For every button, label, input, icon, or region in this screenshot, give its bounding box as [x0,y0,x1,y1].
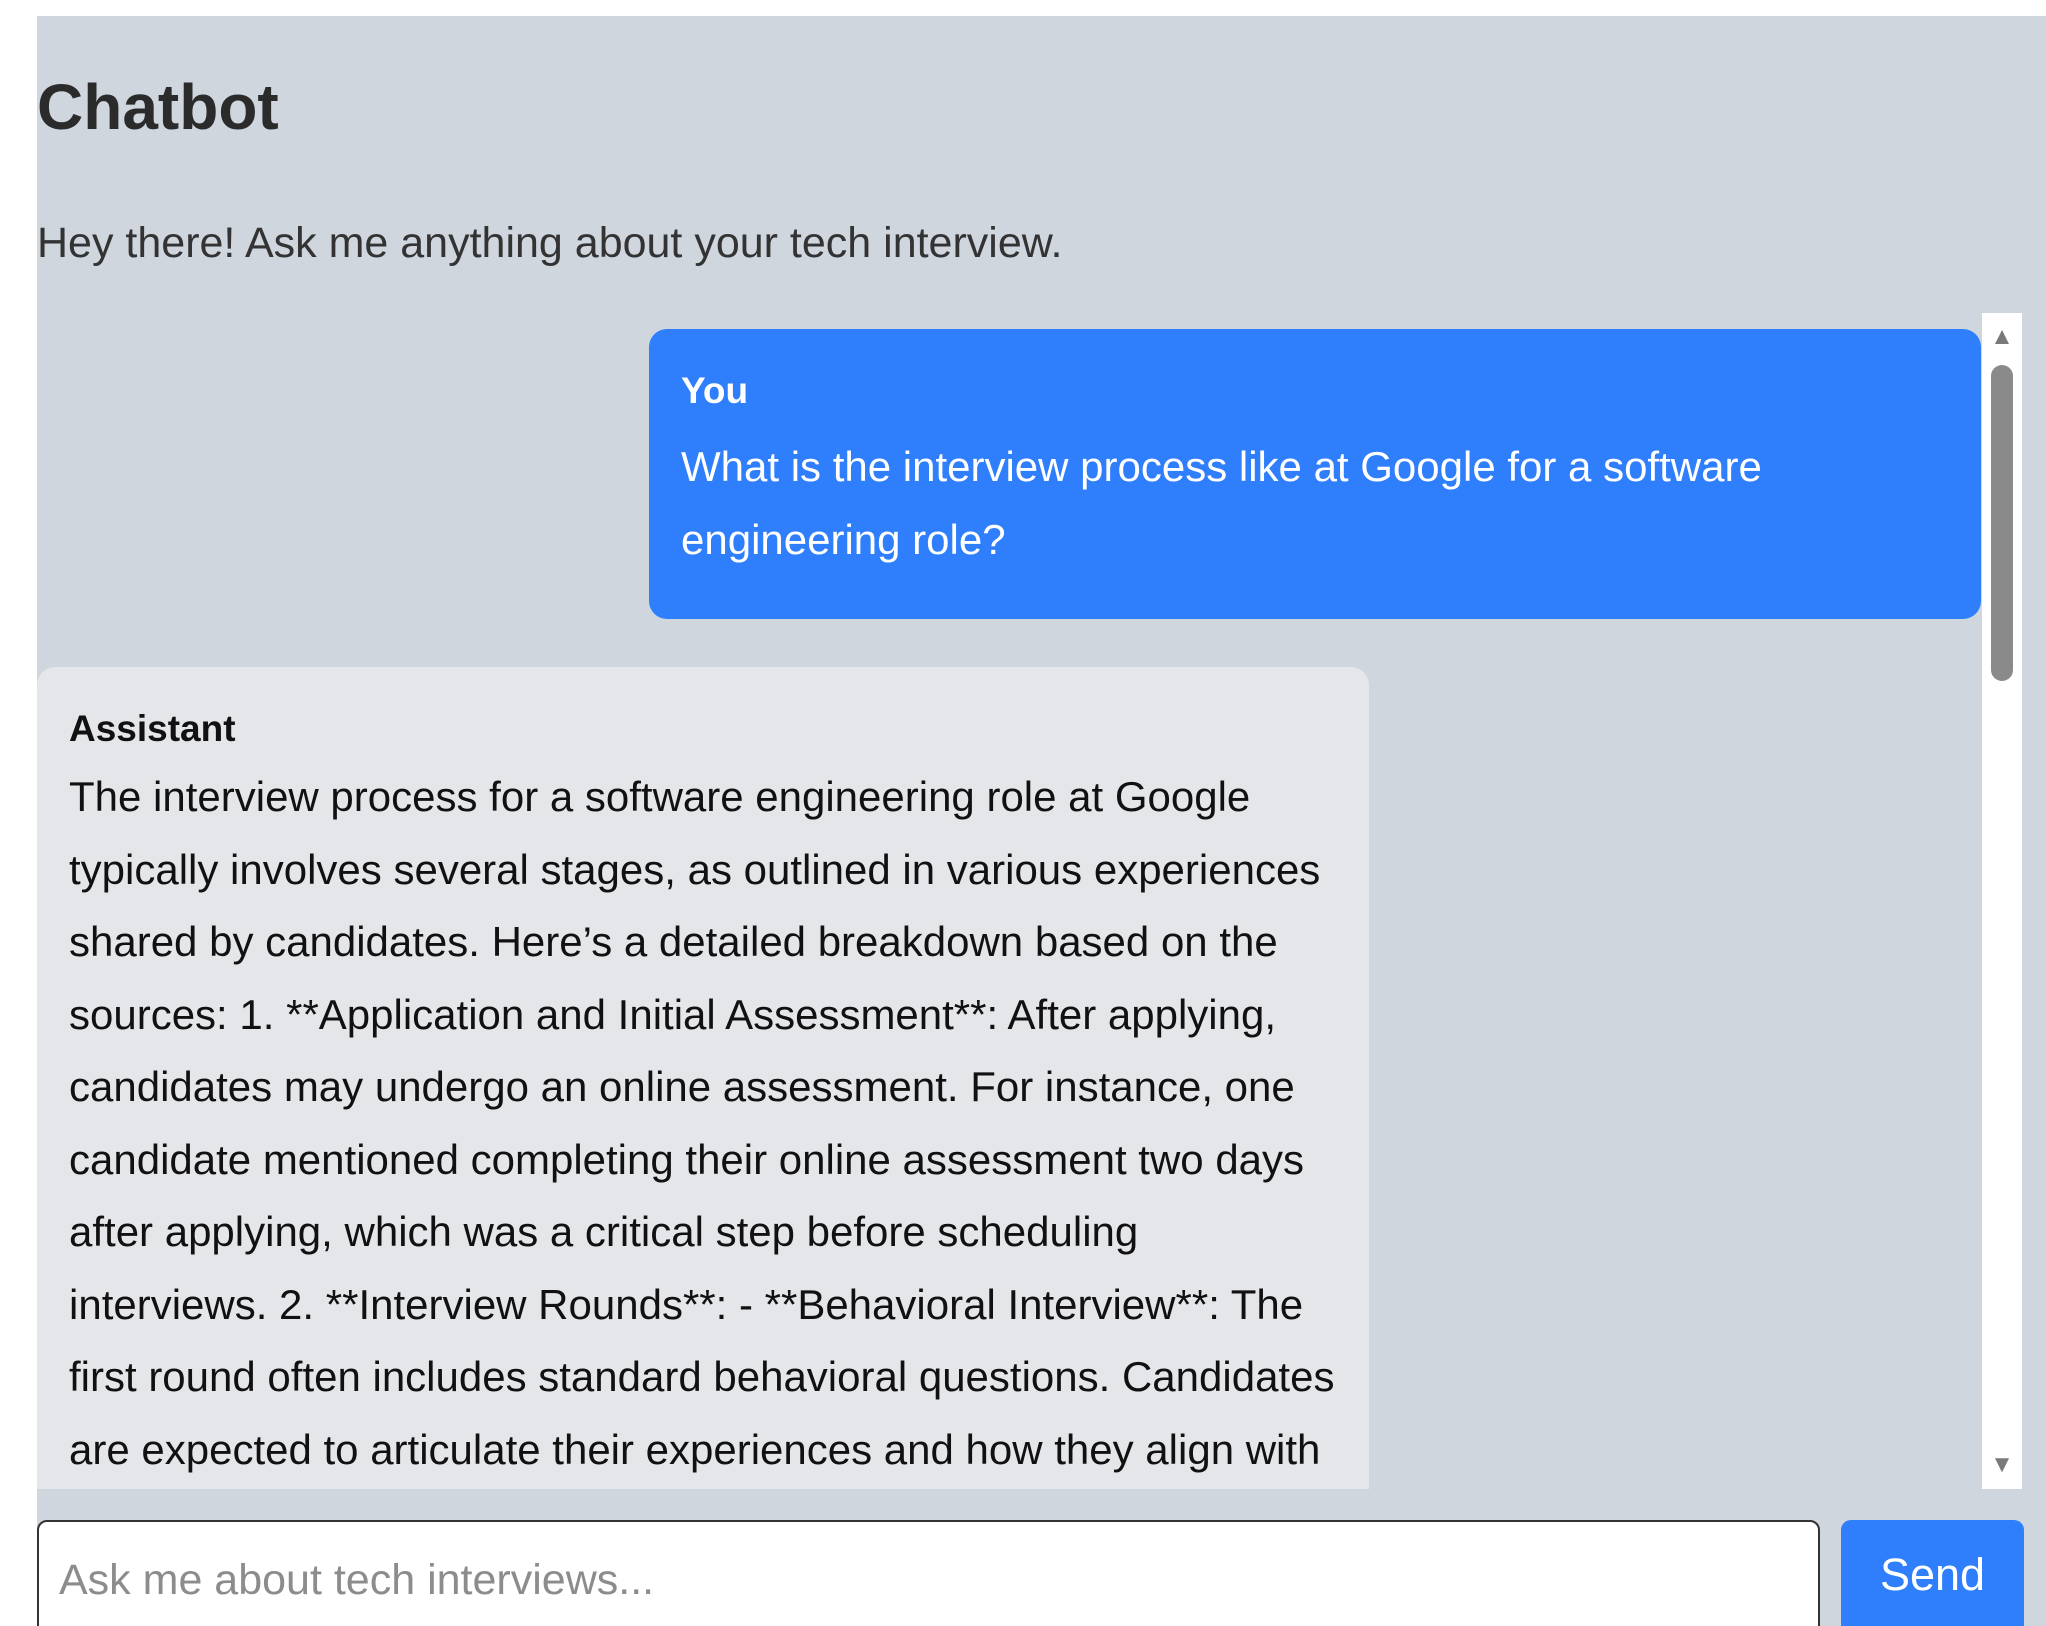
user-message: You What is the interview process like a… [649,329,1981,619]
chat-history: You What is the interview process like a… [37,313,2046,1489]
chat-input[interactable] [37,1520,1820,1626]
chat-scroll-region[interactable]: You What is the interview process like a… [37,313,1981,1489]
message-author: Assistant [69,708,236,749]
message-text: What is the interview process like at Go… [681,443,1762,563]
scrollbar-thumb[interactable] [1991,365,2013,681]
triangle-up-icon[interactable]: ▲ [1982,319,2022,355]
page-title: Chatbot [37,71,279,143]
message-composer: Send [37,1520,2046,1626]
chat-scrollbar[interactable]: ▲ ▼ [1982,313,2022,1489]
chatbot-app: Chatbot Hey there! Ask me anything about… [37,16,2046,1626]
message-text: The interview process for a software eng… [69,773,1335,1473]
triangle-down-icon[interactable]: ▼ [1982,1447,2022,1483]
message-author: You [681,370,749,411]
page-subtitle: Hey there! Ask me anything about your te… [37,219,1063,267]
assistant-message: Assistant The interview process for a so… [37,667,1369,1489]
send-button[interactable]: Send [1841,1520,2024,1626]
